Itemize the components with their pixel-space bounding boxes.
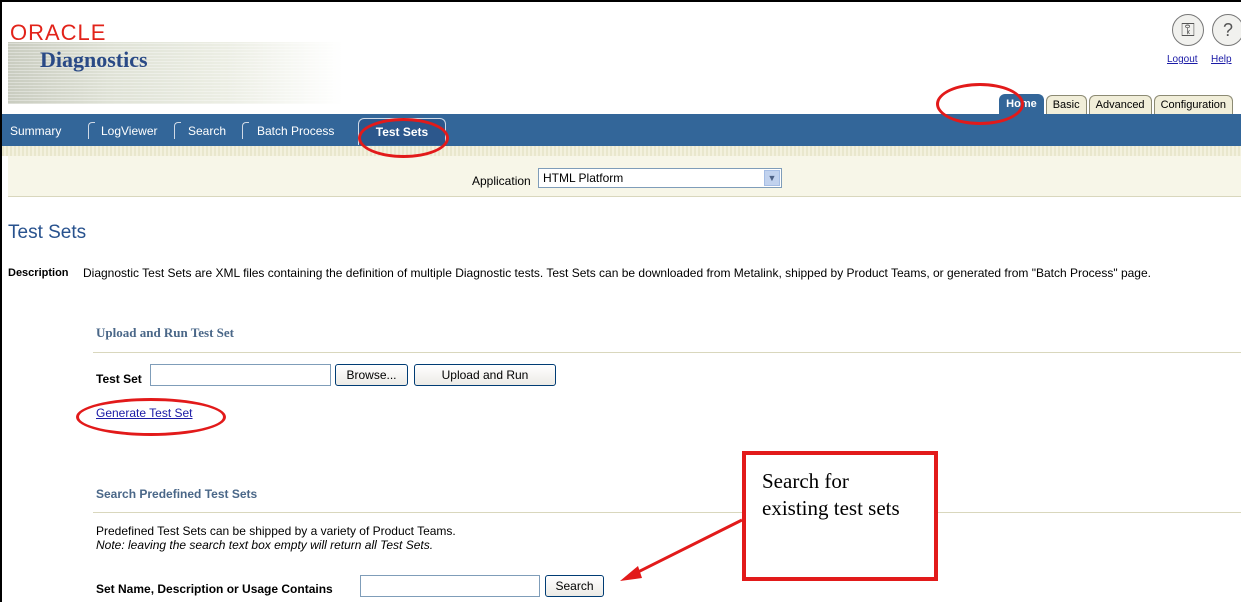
frame-left-border [0, 0, 2, 602]
search-button[interactable]: Search [545, 575, 604, 597]
nav-batch-process[interactable]: Batch Process [257, 124, 334, 138]
upload-and-run-button[interactable]: Upload and Run [414, 364, 556, 386]
page-title: Test Sets [8, 222, 87, 243]
search-info-text: Predefined Test Sets can be shipped by a… [96, 524, 456, 538]
browse-button[interactable]: Browse... [335, 364, 408, 386]
section-divider [93, 352, 1241, 353]
description-label: Description [8, 267, 69, 279]
nav-test-sets[interactable]: Test Sets [358, 118, 446, 145]
help-link[interactable]: Help [1211, 54, 1232, 65]
product-title: Diagnostics [40, 47, 148, 72]
logout-link[interactable]: Logout [1167, 54, 1198, 65]
nav-summary[interactable]: Summary [10, 124, 61, 138]
tab-basic[interactable]: Basic [1045, 95, 1087, 114]
callout-box: Search for existing test sets [742, 451, 938, 581]
test-set-file-input[interactable] [150, 364, 331, 386]
generate-test-set-link[interactable]: Generate Test Set [96, 406, 193, 420]
tab-configuration[interactable]: Configuration [1153, 95, 1233, 114]
tab-home[interactable]: Home [999, 94, 1044, 114]
nav-logviewer[interactable]: LogViewer [101, 124, 157, 138]
application-select-value: HTML Platform [543, 171, 624, 185]
application-select[interactable]: HTML Platform ▼ [538, 168, 782, 188]
chevron-down-icon[interactable]: ▼ [764, 170, 780, 186]
frame-top-border [0, 0, 1241, 2]
test-set-label: Test Set [96, 372, 142, 386]
search-note-text: Note: leaving the search text box empty … [96, 538, 434, 552]
search-section-heading: Search Predefined Test Sets [96, 487, 258, 501]
description-text: Diagnostic Test Sets are XML files conta… [83, 266, 1151, 280]
sub-navigation-bar: Summary LogViewer Search Batch Process T… [2, 114, 1241, 146]
nav-separator [242, 122, 249, 139]
search-input[interactable] [360, 575, 540, 597]
section-divider [93, 512, 1241, 513]
application-label: Application [472, 174, 531, 188]
oracle-logo: ORACLE [10, 20, 107, 45]
search-criteria-label: Set Name, Description or Usage Contains [96, 582, 333, 596]
nav-separator [174, 122, 181, 139]
top-tabs: Home Basic Advanced Configuration [999, 94, 1233, 114]
logout-icon[interactable]: ⚿ [1172, 14, 1204, 46]
nav-separator [88, 122, 95, 139]
tab-advanced[interactable]: Advanced [1088, 95, 1152, 114]
help-icon[interactable]: ? [1212, 14, 1241, 46]
nav-stripe [2, 146, 1241, 156]
upload-section-heading: Upload and Run Test Set [96, 325, 234, 340]
nav-search[interactable]: Search [188, 124, 226, 138]
callout-arrow-icon [620, 518, 743, 581]
